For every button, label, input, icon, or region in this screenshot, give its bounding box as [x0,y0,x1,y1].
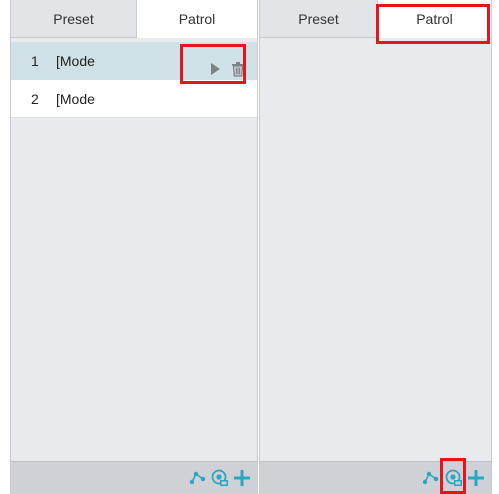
play-icon[interactable] [207,53,223,75]
tab-preset[interactable]: Preset [11,0,137,38]
path-icon[interactable] [421,469,439,487]
tab-patrol[interactable]: Patrol [137,0,257,38]
path-icon[interactable] [188,469,206,487]
list-item[interactable]: 1 [Mode [11,42,257,80]
patrol-panel-left: Preset Patrol 1 [Mode 2 [Mode [10,0,258,494]
tab-patrol[interactable]: Patrol [378,0,491,38]
trash-icon[interactable] [230,53,246,77]
row-number: 2 [31,91,39,107]
row-name: [Mode [56,91,95,107]
add-icon[interactable] [467,469,485,487]
patrol-panel-right: Preset Patrol [259,0,492,494]
patrol-list: 1 [Mode 2 [Mode [11,42,257,118]
record-icon[interactable] [445,469,463,487]
panel-footer [11,461,257,494]
tab-preset[interactable]: Preset [260,0,378,38]
tab-bar: Preset Patrol [260,0,491,38]
record-icon[interactable] [211,469,229,487]
tab-bar: Preset Patrol [11,0,257,38]
list-item[interactable]: 2 [Mode [11,80,257,118]
row-actions [193,42,249,80]
add-icon[interactable] [233,469,251,487]
row-name: [Mode [56,53,95,69]
row-number: 1 [31,53,39,69]
panel-footer [260,461,491,494]
